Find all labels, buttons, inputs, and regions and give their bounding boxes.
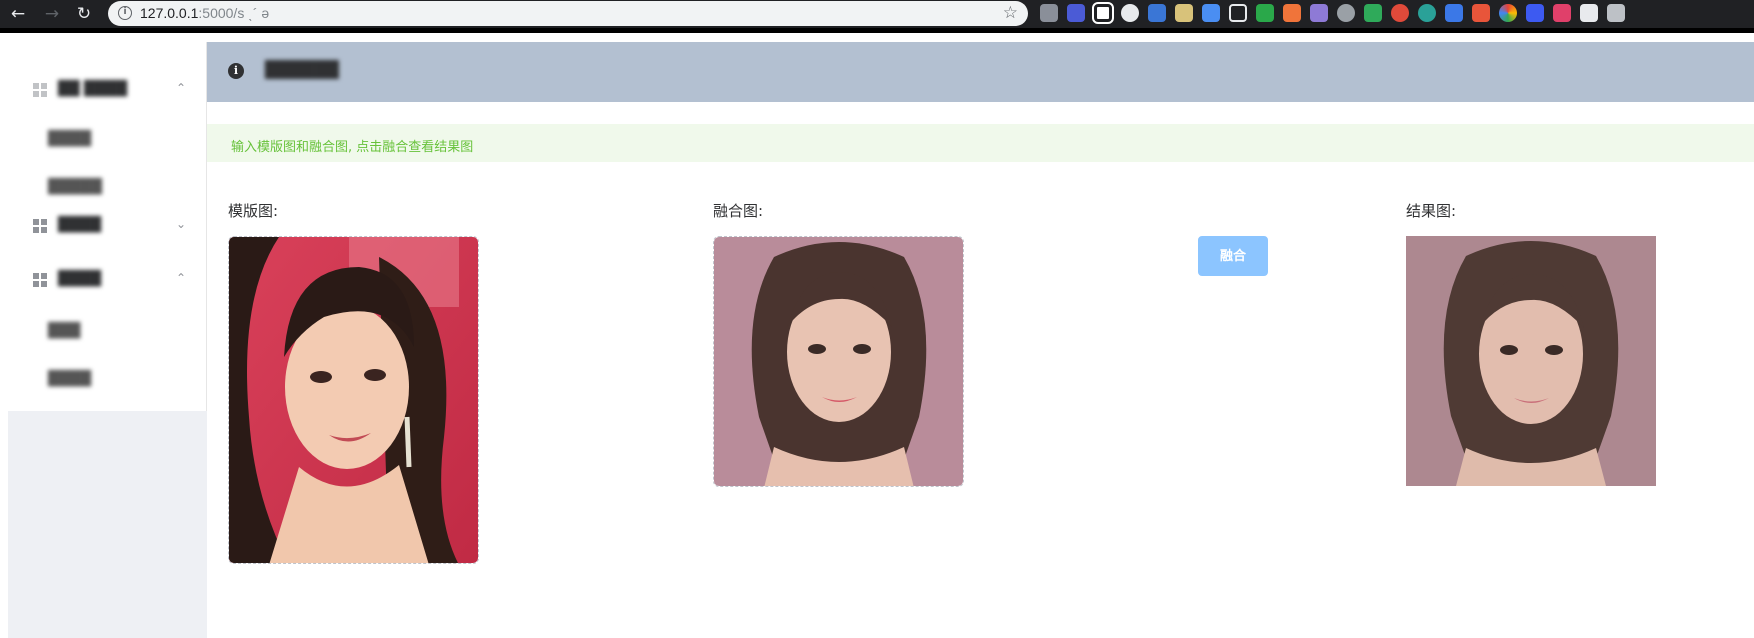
page-header: i ██████ xyxy=(207,42,1754,102)
sidebar-group-1[interactable]: ██ ████ ⌃ xyxy=(8,68,207,112)
back-icon[interactable]: ← xyxy=(8,4,28,24)
extension-icon[interactable] xyxy=(1040,4,1058,22)
sidebar-subitem-label: ████ xyxy=(48,131,92,147)
sidebar-menu: ██ ████ ⌃ ████ █████ ████ ⌄ ████ ⌃ ███ █… xyxy=(8,42,207,411)
sidebar-subitem-1[interactable]: ████ xyxy=(8,118,207,162)
extension-icon[interactable] xyxy=(1445,4,1463,22)
sidebar-group-label: ██ ████ xyxy=(58,81,128,97)
extension-icon[interactable] xyxy=(1580,4,1598,22)
result-image-label: 结果图: xyxy=(1406,202,1457,220)
sidebar-group-label: ████ xyxy=(58,271,102,287)
extension-icon[interactable] xyxy=(1256,4,1274,22)
fusion-image-upload[interactable] xyxy=(713,236,964,487)
result-image xyxy=(1406,236,1656,486)
chevron-down-icon: ⌄ xyxy=(176,217,187,231)
extension-icon[interactable] xyxy=(1526,4,1544,22)
sidebar-subitem-4[interactable]: ████ xyxy=(8,358,207,402)
extension-icon[interactable] xyxy=(1310,4,1328,22)
extension-icon[interactable] xyxy=(1067,4,1085,22)
template-image-label: 模版图: xyxy=(228,202,279,220)
sidebar-group-label: ████ xyxy=(58,217,102,233)
merge-button[interactable]: 融合 xyxy=(1198,236,1268,276)
extension-icon[interactable] xyxy=(1229,4,1247,22)
menu-grid-icon xyxy=(33,273,47,287)
fusion-image-label: 融合图: xyxy=(713,202,764,220)
browser-toolbar: ← → ↻ i 127.0.0.1:5000/s ˎ´ ə ☆ xyxy=(0,0,1754,28)
template-portrait xyxy=(229,237,478,563)
sidebar: ██ ████ ⌃ ████ █████ ████ ⌄ ████ ⌃ ███ █… xyxy=(8,42,207,638)
forward-icon[interactable]: → xyxy=(42,4,62,24)
site-info-icon[interactable]: i xyxy=(118,6,132,20)
extension-icon[interactable] xyxy=(1092,2,1114,24)
sidebar-subitem-label: █████ xyxy=(48,179,102,195)
chevron-up-icon: ⌃ xyxy=(176,271,187,285)
extension-icon[interactable] xyxy=(1175,4,1193,22)
extension-icon[interactable] xyxy=(1607,4,1625,22)
extension-icon[interactable] xyxy=(1553,4,1571,22)
sidebar-group-2[interactable]: ████ ⌄ xyxy=(8,204,207,248)
sidebar-subitem-label: ███ xyxy=(48,323,81,339)
sidebar-subitem-label: ████ xyxy=(48,371,92,387)
extension-icon[interactable] xyxy=(1283,4,1301,22)
extensions-bar xyxy=(1040,2,1625,24)
extension-icon[interactable] xyxy=(1121,4,1139,22)
bookmark-star-icon[interactable]: ☆ xyxy=(1003,3,1018,23)
extension-icon[interactable] xyxy=(1202,4,1220,22)
reload-icon[interactable]: ↻ xyxy=(74,4,94,24)
template-image-upload[interactable] xyxy=(228,236,479,564)
page-title: ██████ xyxy=(265,60,339,79)
extension-icon[interactable] xyxy=(1391,4,1409,22)
extension-icon[interactable] xyxy=(1148,4,1166,22)
chevron-up-icon: ⌃ xyxy=(176,81,187,95)
menu-grid-icon xyxy=(33,219,47,233)
sidebar-subitem-3[interactable]: ███ xyxy=(8,310,207,354)
extension-icon[interactable] xyxy=(1337,4,1355,22)
address-bar[interactable]: i 127.0.0.1:5000/s ˎ´ ə ☆ xyxy=(108,1,1028,26)
extension-icon[interactable] xyxy=(1364,4,1382,22)
info-alert: 输入模版图和融合图, 点击融合查看结果图 xyxy=(207,124,1754,162)
menu-grid-icon xyxy=(33,83,47,97)
extension-icon[interactable] xyxy=(1472,4,1490,22)
sidebar-group-3[interactable]: ████ ⌃ xyxy=(8,258,207,302)
extension-icon[interactable] xyxy=(1418,4,1436,22)
fusion-portrait xyxy=(714,237,963,486)
extension-icon[interactable] xyxy=(1499,4,1517,22)
address-url: 127.0.0.1:5000/s ˎ´ ə xyxy=(140,5,270,21)
info-icon: i xyxy=(228,63,244,79)
result-portrait xyxy=(1406,236,1656,486)
alert-text: 输入模版图和融合图, 点击融合查看结果图 xyxy=(231,140,474,155)
toolbar-divider xyxy=(0,28,1754,33)
